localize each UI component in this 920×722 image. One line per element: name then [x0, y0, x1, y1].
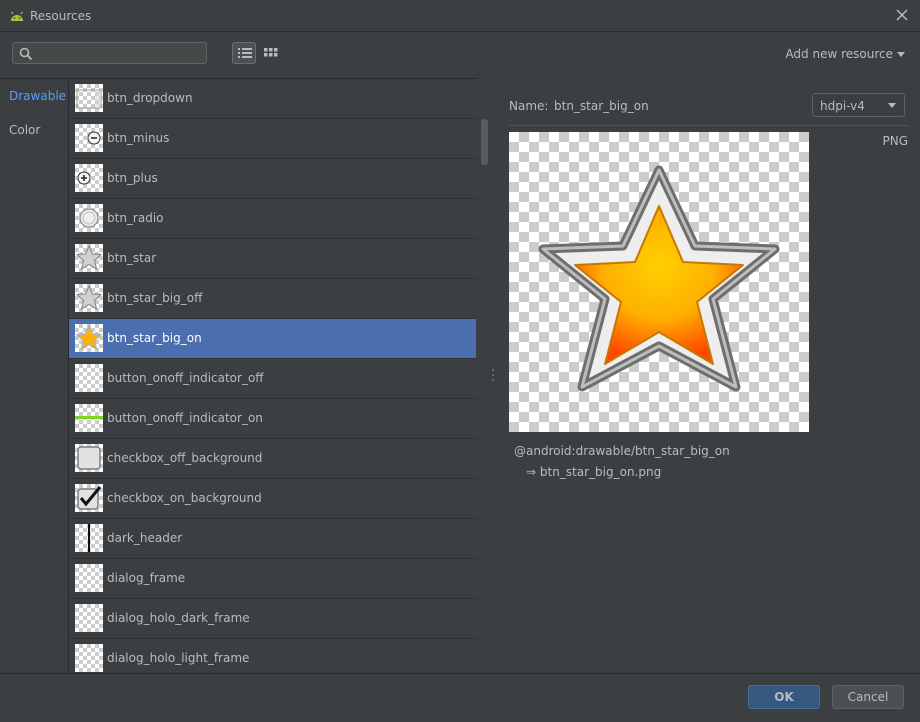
thumbnail: [75, 364, 103, 392]
list-item[interactable]: btn_dropdown: [69, 79, 476, 119]
list-item[interactable]: btn_star: [69, 239, 476, 279]
list-item[interactable]: dialog_holo_dark_frame: [69, 599, 476, 639]
dropdown-thumb-icon: [76, 89, 102, 109]
thumbnail: [75, 164, 103, 192]
search-icon: [19, 47, 33, 61]
empty-thumb-icon: [75, 604, 103, 632]
thumbnail: [75, 204, 103, 232]
radio-thumb-icon: [79, 208, 99, 228]
resource-reference: @android:drawable/btn_star_big_on: [514, 444, 730, 458]
list-view-button[interactable]: [232, 42, 256, 64]
list-item[interactable]: btn_minus: [69, 119, 476, 159]
title-bar: Resources: [0, 0, 920, 32]
list-item-label: checkbox_off_background: [107, 451, 263, 465]
window-title: Resources: [30, 8, 92, 23]
list-item-label: button_onoff_indicator_on: [107, 411, 263, 425]
green-bar-thumb-icon: [75, 416, 103, 419]
list-item-label: dark_header: [107, 531, 183, 545]
thumbnail: [75, 324, 103, 352]
thumbnail: [75, 444, 103, 472]
thumbnail: [75, 604, 103, 632]
dark-header-thumb-icon: [88, 524, 90, 552]
android-icon: [11, 11, 23, 21]
list-scrollbar[interactable]: [481, 119, 488, 165]
thumbnail: [75, 124, 103, 152]
density-value: hdpi-v4: [820, 99, 865, 113]
list-item[interactable]: dialog_frame: [69, 559, 476, 599]
format-label: PNG: [882, 134, 908, 148]
close-icon[interactable]: [894, 7, 910, 23]
thumbnail: [75, 564, 103, 592]
density-select[interactable]: hdpi-v4: [812, 93, 905, 117]
empty-thumb-icon: [75, 564, 103, 592]
list-item-label: dialog_holo_dark_frame: [107, 611, 250, 625]
list-item[interactable]: checkbox_off_background: [69, 439, 476, 479]
category-sidebar: Drawable Color: [0, 79, 69, 673]
resource-list: btn_dropdown btn_minus btn_plus btn_radi…: [69, 79, 476, 673]
list-view-icon: [238, 48, 252, 58]
list-item-label: dialog_frame: [107, 571, 186, 585]
list-item[interactable]: btn_radio: [69, 199, 476, 239]
category-color[interactable]: Color: [9, 123, 40, 137]
checkbox-off-thumb-icon: [77, 446, 101, 470]
list-item-label: dialog_holo_light_frame: [107, 651, 250, 665]
list-item-label: btn_radio: [107, 211, 164, 225]
toolbar: Add new resource: [0, 32, 920, 78]
category-drawable[interactable]: Drawable: [9, 89, 66, 103]
dialog-footer: OK Cancel: [0, 673, 920, 722]
list-item-label: btn_star: [107, 251, 157, 265]
checkbox-on-thumb-icon: [77, 486, 102, 510]
minus-thumb-icon: [87, 131, 101, 145]
list-item-label: button_onoff_indicator_off: [107, 371, 264, 385]
chevron-down-icon: [888, 103, 896, 108]
list-item[interactable]: btn_star_big_off: [69, 279, 476, 319]
resource-name-value: btn_star_big_on: [554, 99, 649, 113]
thumbnail: [75, 644, 103, 672]
list-item[interactable]: dialog_holo_light_frame: [69, 639, 476, 673]
search-input[interactable]: [37, 45, 206, 63]
list-item-label: btn_minus: [107, 131, 170, 145]
star-preview-image: [538, 165, 780, 392]
resource-detail-panel: Name: btn_star_big_on hdpi-v4 PNG @andro…: [496, 79, 920, 673]
list-item[interactable]: checkbox_on_background: [69, 479, 476, 519]
add-new-resource-dropdown[interactable]: Add new resource: [785, 47, 905, 61]
list-item[interactable]: button_onoff_indicator_on: [69, 399, 476, 439]
thumbnail: [75, 484, 103, 512]
search-field[interactable]: [12, 42, 207, 64]
list-item-selected[interactable]: btn_star_big_on: [69, 319, 476, 359]
star-on-thumb-icon: [75, 324, 103, 351]
thumbnail: [75, 404, 103, 432]
list-item-label: btn_star_big_on: [107, 331, 202, 345]
resource-file: ⇒ btn_star_big_on.png: [526, 465, 662, 479]
list-item-label: btn_star_big_off: [107, 291, 203, 305]
list-item[interactable]: button_onoff_indicator_off: [69, 359, 476, 399]
chevron-down-icon: [897, 51, 905, 57]
thumbnail: [75, 244, 103, 272]
drawable-preview: [509, 132, 809, 432]
thumbnail: [75, 524, 103, 552]
plus-thumb-icon: [77, 171, 91, 185]
ok-button[interactable]: OK: [748, 685, 820, 709]
thumbnail: [75, 84, 103, 112]
star-off-thumb-icon: [75, 284, 103, 311]
splitter-handle-icon[interactable]: [491, 368, 495, 382]
cancel-button[interactable]: Cancel: [832, 685, 904, 709]
add-new-resource-label: Add new resource: [785, 47, 893, 61]
list-item-label: btn_plus: [107, 171, 158, 185]
empty-thumb-icon: [75, 644, 103, 672]
star-off-thumb-icon: [75, 244, 103, 271]
grid-view-icon: [264, 48, 278, 57]
thumbnail: [75, 284, 103, 312]
list-item[interactable]: dark_header: [69, 519, 476, 559]
grid-view-button[interactable]: [259, 42, 283, 64]
divider: [509, 125, 909, 126]
list-item-label: btn_dropdown: [107, 91, 193, 105]
name-label: Name:: [509, 99, 549, 113]
list-item-label: checkbox_on_background: [107, 491, 262, 505]
list-item[interactable]: btn_plus: [69, 159, 476, 199]
empty-thumb-icon: [75, 364, 103, 392]
